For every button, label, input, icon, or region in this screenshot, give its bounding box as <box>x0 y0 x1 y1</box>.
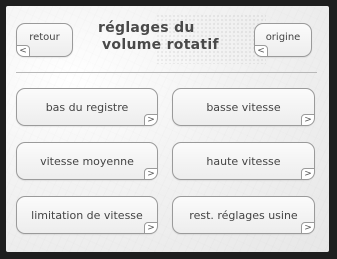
chevron-right-icon: > <box>301 222 315 234</box>
back-button-label: retour <box>29 32 60 43</box>
menu-button-rest-reglages-usine[interactable]: rest. réglages usine > <box>172 196 315 234</box>
menu-button-label: rest. réglages usine <box>189 208 298 222</box>
header-divider <box>16 72 317 73</box>
menu-button-label: limitation de vitesse <box>31 208 143 222</box>
origin-button-label: origine <box>265 32 301 43</box>
menu-button-basse-vitesse[interactable]: basse vitesse > <box>172 88 315 126</box>
chevron-right-icon: > <box>301 114 315 126</box>
page-title: réglages du volume rotatif <box>98 20 238 54</box>
chevron-right-icon: > <box>144 168 158 180</box>
menu-button-limitation-de-vitesse[interactable]: limitation de vitesse > <box>16 196 158 234</box>
menu-button-label: haute vitesse <box>206 154 281 168</box>
chevron-right-icon: > <box>301 168 315 180</box>
menu-button-bas-du-registre[interactable]: bas du registre > <box>16 88 158 126</box>
chevron-right-icon: > <box>144 114 158 126</box>
menu-button-label: basse vitesse <box>206 100 281 114</box>
back-arrow-icon: < <box>16 45 30 57</box>
chevron-right-icon: > <box>144 222 158 234</box>
page-title-line2: volume rotatif <box>102 37 219 53</box>
menu-button-label: bas du registre <box>45 100 129 114</box>
origin-arrow-icon: < <box>254 45 268 57</box>
menu-button-vitesse-moyenne[interactable]: vitesse moyenne > <box>16 142 158 180</box>
back-button[interactable]: retour < <box>16 23 73 57</box>
menu-button-haute-vitesse[interactable]: haute vitesse > <box>172 142 315 180</box>
origin-button[interactable]: origine < <box>254 23 312 57</box>
page-title-line1: réglages du <box>98 20 195 36</box>
menu-button-label: vitesse moyenne <box>40 154 134 168</box>
touch-screen: retour < réglages du volume rotatif orig… <box>6 6 329 252</box>
